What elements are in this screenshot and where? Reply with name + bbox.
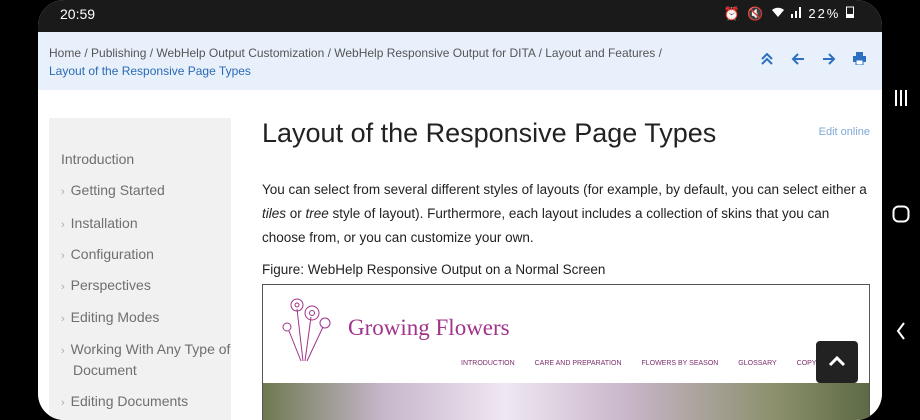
system-nav-bar [882,0,920,420]
breadcrumb-path[interactable]: Home / Publishing / WebHelp Output Custo… [49,46,662,60]
mute-icon: 🔇 [747,6,766,21]
chevron-right-icon: › [61,313,65,325]
arrow-right-icon[interactable] [822,52,840,69]
chevron-up-icon [828,355,846,367]
edit-online-link[interactable]: Edit online [819,126,870,138]
chevron-right-icon: › [61,219,65,231]
toc-item-configuration[interactable]: › Configuration [61,245,154,266]
toc-item-installation[interactable]: › Installation [61,214,138,235]
intro-paragraph: You can select from several different st… [262,178,870,250]
para-text: You can select from several different st… [262,182,867,197]
para-text: or [286,206,306,221]
figure-flower-photo [263,383,869,420]
recent-apps-icon[interactable] [895,90,907,106]
arrow-left-icon[interactable] [791,52,809,69]
breadcrumb: Home / Publishing / WebHelp Output Custo… [49,44,739,80]
status-bar: 20:59 ⏰ 🔇 22% [38,0,882,32]
wifi-icon [771,6,791,21]
chevron-right-icon: › [61,281,65,293]
battery-icon [846,6,854,21]
toc-item-label: Introduction [61,151,135,167]
para-tiles: tiles [262,206,287,221]
figure-caption: Figure: WebHelp Responsive Output on a N… [262,262,606,277]
toc-item-editing-modes[interactable]: › Editing Modes [61,308,159,329]
back-to-top-button[interactable] [816,341,858,383]
collapse-icon[interactable] [761,52,777,69]
para-text: style of layout). Furthermore, each layo… [262,206,830,245]
alarm-icon: ⏰ [723,6,742,21]
toc-item-label: Working With Any Type of Document [70,341,231,378]
topic-nav [748,52,866,69]
chevron-right-icon: › [61,345,65,357]
breadcrumb-bar: Home / Publishing / WebHelp Output Custo… [38,32,882,90]
figure-image: Growing Flowers INTRODUCTION CARE AND PR… [262,284,870,420]
para-tree: tree [305,206,329,221]
battery-level: 22% [808,6,841,21]
signal-icon [790,6,809,21]
app-screen: 20:59 ⏰ 🔇 22% Home / Publishing / WebHel… [38,0,882,420]
toc-item-label: Getting Started [70,182,165,198]
figure-nav-item: INTRODUCTION [461,360,515,367]
figure-nav-item: FLOWERS BY SEASON [641,360,719,367]
toc-item-label: Installation [70,215,138,231]
figure-nav-item: GLOSSARY [738,360,777,367]
chevron-right-icon: › [61,397,65,409]
flower-logo-icon [282,298,331,362]
print-icon[interactable] [853,52,866,69]
back-icon[interactable] [896,322,906,340]
toc-item-perspectives[interactable]: › Perspectives [61,276,151,297]
toc-item-introduction[interactable]: Introduction [61,150,134,169]
toc-item-label: Perspectives [70,277,151,293]
toc-item-editing-documents[interactable]: › Editing Documents [61,392,188,413]
toc-item-getting-started[interactable]: › Getting Started [61,181,165,202]
breadcrumb-current[interactable]: Layout of the Responsive Page Types [49,64,251,78]
figure-nav: INTRODUCTION CARE AND PREPARATION FLOWER… [461,360,840,367]
chevron-right-icon: › [61,250,65,262]
toc-item-working-with-any-type[interactable]: › Working With Any Type of Document [61,340,238,380]
toc-item-label: Editing Documents [70,393,189,409]
status-time: 20:59 [60,6,96,22]
toc-item-label: Editing Modes [70,309,160,325]
page-title: Layout of the Responsive Page Types [262,118,717,148]
toc-sidebar: Introduction › Getting Started › Installat… [49,118,231,420]
chevron-right-icon: › [61,186,65,198]
toc-item-label: Configuration [70,246,154,262]
figure-logo-text: Growing Flowers [348,315,510,340]
home-icon[interactable] [892,205,910,223]
figure-nav-item: CARE AND PREPARATION [534,360,622,367]
status-icons: ⏰ 🔇 22% [723,6,854,22]
